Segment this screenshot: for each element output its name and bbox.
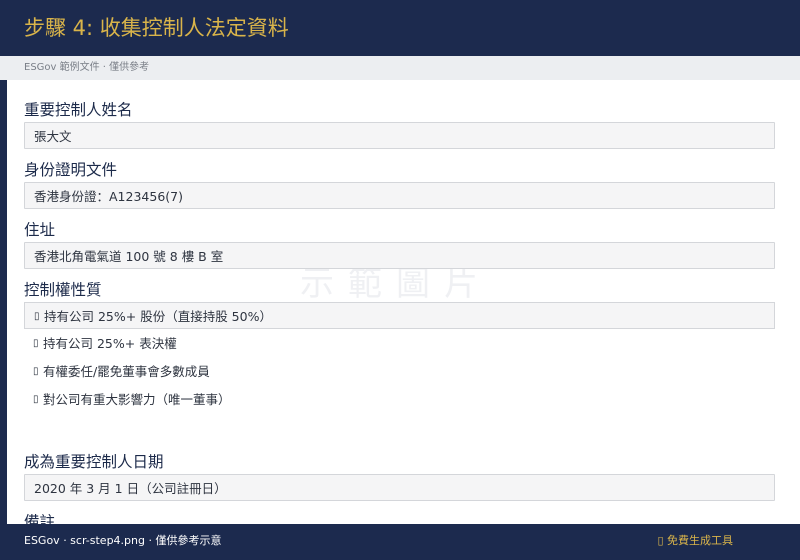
- id-document-value: 香港身份證：A123456(7): [34, 189, 183, 204]
- free-tool-label: 免費生成工具: [667, 534, 733, 547]
- remarks-label: 備註: [24, 513, 56, 524]
- controller-name-label: 重要控制人姓名: [24, 101, 133, 119]
- footer-caption: ESGov · scr-step4.png · 僅供參考示意: [24, 534, 222, 547]
- tool-icon: ▯: [657, 534, 664, 547]
- control-option-shares[interactable]: ▯ 持有公司 25%+ 股份（直接持股 50%）: [24, 302, 775, 329]
- id-document-field[interactable]: 香港身份證：A123456(7): [24, 182, 775, 209]
- control-nature-label: 控制權性質: [24, 281, 102, 299]
- checkbox-icon: ▯: [33, 366, 39, 377]
- form-content[interactable]: 示範圖片 重要控制人姓名 張大文 身份證明文件 香港身份證：A123456(7)…: [7, 80, 800, 524]
- id-document-label: 身份證明文件: [24, 161, 118, 179]
- address-field[interactable]: 香港北角電氣道 100 號 8 樓 B 室: [24, 242, 775, 269]
- control-option-label: 持有公司 25%+ 股份（直接持股 50%）: [44, 309, 272, 324]
- control-date-field[interactable]: 2020 年 3 月 1 日（公司註冊日）: [24, 474, 775, 501]
- control-option-label: 有權委任/罷免董事會多數成員: [43, 364, 210, 379]
- checkbox-icon: ▯: [33, 394, 39, 405]
- control-option-label: 持有公司 25%+ 表決權: [43, 336, 177, 351]
- address-value: 香港北角電氣道 100 號 8 樓 B 室: [34, 249, 224, 264]
- checkbox-icon: ▯: [34, 311, 40, 322]
- controller-name-value: 張大文: [34, 129, 72, 144]
- page-header: 步驟 4: 收集控制人法定資料: [0, 0, 800, 56]
- free-tool-link[interactable]: ▯ 免費生成工具: [657, 533, 733, 549]
- left-accent-bar: [0, 80, 7, 524]
- control-option-voting[interactable]: ▯ 持有公司 25%+ 表決權: [24, 330, 775, 357]
- control-option-influence[interactable]: ▯ 對公司有重大影響力（唯一董事）: [24, 386, 775, 413]
- control-option-label: 對公司有重大影響力（唯一董事）: [43, 392, 231, 407]
- page-title: 步驟 4: 收集控制人法定資料: [24, 16, 289, 40]
- checkbox-icon: ▯: [33, 338, 39, 349]
- document-caption: ESGov 範例文件 · 僅供參考: [24, 62, 150, 73]
- control-option-board[interactable]: ▯ 有權委任/罷免董事會多數成員: [24, 358, 775, 385]
- page-footer: ESGov · scr-step4.png · 僅供參考示意 ▯ 免費生成工具: [0, 524, 800, 560]
- address-label: 住址: [24, 221, 56, 239]
- document-subbar: ESGov 範例文件 · 僅供參考: [0, 56, 800, 80]
- controller-name-field[interactable]: 張大文: [24, 122, 775, 149]
- control-date-value: 2020 年 3 月 1 日（公司註冊日）: [34, 481, 227, 496]
- control-date-label: 成為重要控制人日期: [24, 453, 164, 471]
